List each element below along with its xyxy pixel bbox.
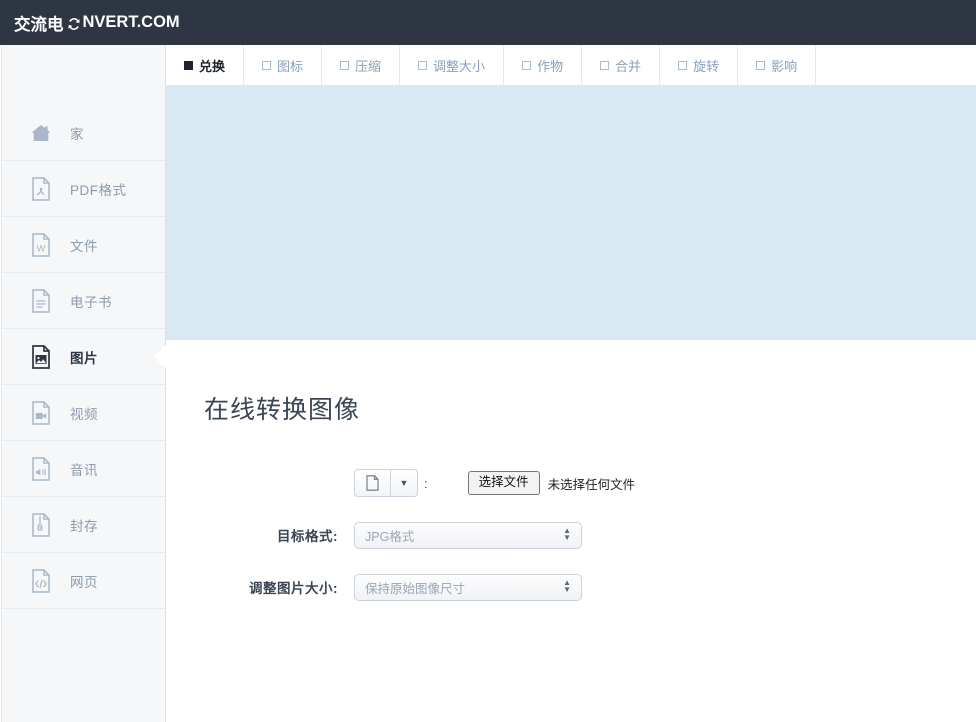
site-logo[interactable]: 交流电 NVERT.COM [14,11,180,35]
page-root: 交流电 NVERT.COM 家 PDF格式 W 文件 电子书 图片 视频 音讯 … [0,0,976,722]
file-status-text: 未选择任何文件 [547,477,636,492]
svg-text:W: W [37,243,46,253]
chevron-down-icon[interactable]: ▼ [391,470,417,496]
tab-label: 调整大小 [433,58,486,74]
sidebar-item-label: 网页 [70,574,98,590]
tab-strip-filler [816,45,976,85]
tab-merge[interactable]: 合并 [582,45,661,85]
tab-label: 旋转 [693,58,720,74]
target-format-row: 目标格式: JPG格式 ▲ ▼ [204,520,976,550]
convert-refresh-icon [66,16,82,32]
tab-rotate[interactable]: 旋转 [660,45,739,85]
ad-banner-placeholder [166,86,976,340]
sidebar-item-label: 图片 [70,350,98,366]
page-title: 在线转换图像 [204,396,361,424]
empty-square-icon [522,60,532,70]
empty-square-icon [418,60,428,70]
tab-label: 图标 [277,58,304,74]
image-file-icon [30,344,52,369]
empty-square-icon [340,60,350,70]
file-picker: 选择文件 未选择任何文件 [467,471,636,495]
resize-select[interactable]: 保持原始图像尺寸 ▲ ▼ [354,573,582,601]
ebook-file-icon [30,288,52,313]
sidebar-item-image[interactable]: 图片 [2,329,165,385]
empty-square-icon [678,60,688,70]
target-format-label: 目标格式: [277,529,338,544]
tab-icon[interactable]: 图标 [244,45,323,85]
sidebar-item-label: 封存 [70,518,98,534]
source-file-row: ▼ : 选择文件 未选择任何文件 [204,468,976,498]
audio-file-icon [30,456,52,481]
sidebar-item-home[interactable]: 家 [2,105,165,161]
sidebar-item-label: 电子书 [70,294,112,310]
tab-label: 兑换 [199,58,226,74]
sidebar-item-label: 家 [70,126,84,142]
filled-square-icon [184,60,193,70]
sidebar-item-label: PDF格式 [70,182,127,198]
tab-effects[interactable]: 影响 [738,45,817,85]
sidebar-item-ebook[interactable]: 电子书 [2,273,165,329]
sidebar: 家 PDF格式 W 文件 电子书 图片 视频 音讯 封存 网页 [1,45,166,722]
logo-domain-text: NVERT.COM [82,13,180,31]
archive-file-icon [30,512,52,537]
pdf-file-icon [30,176,52,201]
sidebar-item-webpage[interactable]: 网页 [2,553,165,609]
sidebar-item-label: 文件 [70,238,98,254]
resize-value: 保持原始图像尺寸 [365,581,466,596]
tab-compress[interactable]: 压缩 [322,45,401,85]
conversion-form: ▼ : 选择文件 未选择任何文件 目标格式: JPG格式 ▲ ▼ 调整图片大小:… [166,468,976,602]
tab-convert[interactable]: 兑换 [166,45,245,85]
home-icon [30,121,52,145]
empty-square-icon [600,60,610,70]
word-document-icon: W [30,232,52,257]
source-row-colon: : [424,475,428,491]
tab-crop[interactable]: 作物 [504,45,583,85]
sidebar-item-pdf[interactable]: PDF格式 [2,161,165,217]
tab-label: 影响 [771,58,798,74]
main-content: 在线转换图像 ▼ : 选择文件 未选择任何文件 目标格式: JPG格式 ▲ ▼ … [166,340,976,722]
filetype-select-button[interactable]: ▼ [354,469,418,497]
sidebar-item-archive[interactable]: 封存 [2,497,165,553]
tab-resize[interactable]: 调整大小 [400,45,505,85]
select-arrows-icon: ▲ ▼ [563,526,571,542]
video-file-icon [30,400,52,425]
empty-square-icon [756,60,766,70]
top-header-bar: 交流电 NVERT.COM [0,0,976,45]
tab-label: 作物 [537,58,564,74]
choose-file-button[interactable]: 选择文件 [467,471,540,495]
empty-square-icon [262,60,272,70]
sidebar-item-label: 音讯 [70,462,98,478]
target-format-value: JPG格式 [365,529,415,544]
target-format-select[interactable]: JPG格式 ▲ ▼ [354,521,582,549]
tool-tabs: 兑换 图标 压缩 调整大小 作物 合并 旋转 影响 [166,45,976,86]
sidebar-item-video[interactable]: 视频 [2,385,165,441]
logo-chinese-text: 交流电 [14,15,64,34]
sidebar-item-label: 视频 [70,406,98,422]
file-icon[interactable] [355,470,391,496]
tab-label: 合并 [615,58,642,74]
resize-row: 调整图片大小: 保持原始图像尺寸 ▲ ▼ [204,572,976,602]
sidebar-item-audio[interactable]: 音讯 [2,441,165,497]
code-file-icon [30,568,52,593]
sidebar-item-documents[interactable]: W 文件 [2,217,165,273]
select-arrows-icon: ▲ ▼ [563,578,571,594]
resize-label: 调整图片大小: [249,581,338,596]
tab-label: 压缩 [355,58,382,74]
